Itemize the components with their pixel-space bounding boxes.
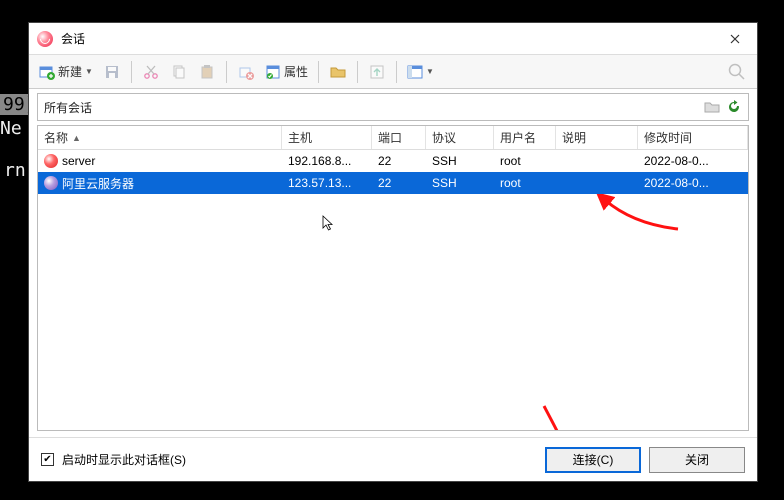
session-icon (44, 176, 58, 190)
properties-button[interactable]: 属性 (261, 59, 312, 85)
cell-modified: 2022-08-0... (638, 154, 748, 168)
terminal-bg-text: Ne (0, 118, 22, 139)
new-button-label: 新建 (58, 63, 82, 80)
search-button[interactable] (723, 59, 751, 85)
col-name[interactable]: 名称▲ (38, 126, 282, 149)
copy-button[interactable] (166, 59, 192, 85)
app-icon (37, 31, 53, 47)
col-port[interactable]: 端口 (372, 126, 426, 149)
connect-button[interactable]: 连接(C) (545, 447, 641, 473)
properties-button-label: 属性 (284, 63, 308, 80)
refresh-icon[interactable] (726, 99, 742, 115)
annotation-arrow-icon (538, 400, 608, 430)
table-header: 名称▲ 主机 端口 协议 用户名 说明 修改时间 (38, 126, 748, 150)
session-icon (44, 154, 58, 168)
separator (226, 61, 227, 83)
save-button[interactable] (99, 59, 125, 85)
sort-asc-icon: ▲ (72, 133, 81, 143)
dropdown-icon: ▼ (426, 67, 434, 76)
cell-port: 22 (372, 176, 426, 190)
cursor-icon (321, 215, 337, 231)
breadcrumb-bar[interactable]: 所有会话 (37, 93, 749, 121)
cell-user: root (494, 154, 556, 168)
separator (131, 61, 132, 83)
annotation-arrow-icon (593, 194, 683, 234)
folder-icon (704, 99, 720, 115)
toolbar: 新建 ▼ 属性 ▼ (29, 55, 757, 89)
close-dialog-button[interactable]: 关闭 (649, 447, 745, 473)
separator (357, 61, 358, 83)
cell-user: root (494, 176, 556, 190)
col-user[interactable]: 用户名 (494, 126, 556, 149)
col-desc[interactable]: 说明 (556, 126, 638, 149)
dialog-footer: ✔ 启动时显示此对话框(S) 连接(C) 关闭 (29, 437, 757, 481)
show-on-start-label: 启动时显示此对话框(S) (62, 451, 537, 468)
table-row[interactable]: server 192.168.8...22SSHroot 2022-08-0... (38, 150, 748, 172)
new-folder-button[interactable] (325, 59, 351, 85)
cut-button[interactable] (138, 59, 164, 85)
cell-protocol: SSH (426, 176, 494, 190)
breadcrumb-label: 所有会话 (44, 99, 704, 116)
view-button[interactable]: ▼ (403, 59, 438, 85)
paste-button[interactable] (194, 59, 220, 85)
col-host[interactable]: 主机 (282, 126, 372, 149)
delete-button[interactable] (233, 59, 259, 85)
dropdown-icon: ▼ (85, 67, 93, 76)
show-on-start-checkbox[interactable]: ✔ (41, 453, 54, 466)
cell-name: 阿里云服务器 (62, 175, 134, 192)
titlebar: 会话 (29, 23, 757, 55)
table-row[interactable]: 阿里云服务器 123.57.13...22SSHroot 2022-08-0... (38, 172, 748, 194)
separator (318, 61, 319, 83)
cell-modified: 2022-08-0... (638, 176, 748, 190)
cell-port: 22 (372, 154, 426, 168)
window-title: 会话 (61, 30, 721, 47)
col-protocol[interactable]: 协议 (426, 126, 494, 149)
col-modified[interactable]: 修改时间 (638, 126, 748, 149)
sessions-dialog: 会话 新建 ▼ 属性 ▼ (28, 22, 758, 482)
separator (396, 61, 397, 83)
sessions-table: 名称▲ 主机 端口 协议 用户名 说明 修改时间 server 192.168.8… (37, 125, 749, 431)
new-button[interactable]: 新建 ▼ (35, 59, 97, 85)
close-button[interactable] (721, 25, 749, 53)
cell-protocol: SSH (426, 154, 494, 168)
cell-host: 123.57.13... (282, 176, 372, 190)
table-body: server192.168.8...22SSHroot2022-08-0...阿… (38, 150, 748, 430)
cell-name: server (62, 154, 95, 168)
terminal-bg-text: rn (4, 160, 26, 181)
export-button[interactable] (364, 59, 390, 85)
cell-host: 192.168.8... (282, 154, 372, 168)
